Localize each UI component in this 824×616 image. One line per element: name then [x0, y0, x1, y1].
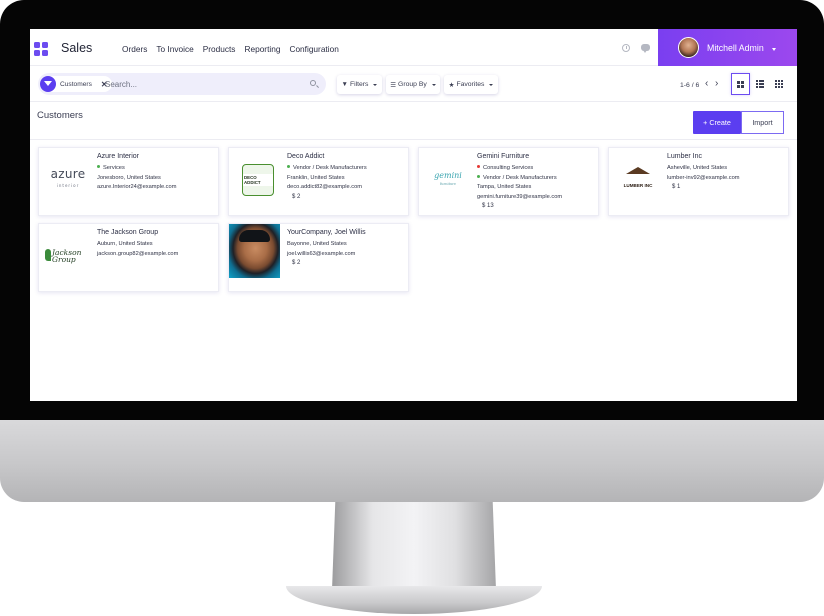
- list-icon: [755, 80, 764, 88]
- list-view-button[interactable]: [750, 73, 769, 95]
- kanban-icon: [737, 80, 744, 88]
- monitor-stand-base: [286, 586, 542, 614]
- customer-email: jackson.group82@example.com: [97, 250, 179, 257]
- search-bar: Customers ✕: [38, 73, 326, 95]
- chat-icon[interactable]: [641, 44, 650, 53]
- pager-value[interactable]: 1-6 / 6: [680, 82, 699, 89]
- search-facet[interactable]: Customers ✕: [40, 76, 112, 92]
- customer-name: Azure Interior: [97, 153, 140, 160]
- funnel-icon: ▼: [341, 81, 348, 88]
- contact-photo: [229, 224, 280, 278]
- monitor-stand: [332, 502, 496, 590]
- sale-order-count[interactable]: $ 2: [292, 260, 407, 266]
- customer-card[interactable]: LUMBER INC Lumber Inc Asheville, United …: [608, 147, 789, 216]
- customer-email: lumber-inv92@example.com: [667, 174, 740, 181]
- group-by-button[interactable]: ☰ Group By: [386, 75, 440, 94]
- pager-next-icon[interactable]: ›: [715, 79, 718, 89]
- customer-email: azure.Interior24@example.com: [97, 184, 177, 190]
- breadcrumb-row: Customers + Create Import: [30, 102, 797, 140]
- app-name[interactable]: Sales: [61, 41, 92, 55]
- grid-icon: [774, 80, 783, 88]
- sale-order-count[interactable]: $ 2: [292, 194, 407, 200]
- card-body: Deco Addict Vendor / Desk Manufacturers …: [287, 153, 407, 200]
- card-body: Azure Interior Services Jonesboro, Unite…: [97, 153, 217, 193]
- customer-name: Gemini Furniture: [477, 153, 530, 160]
- menu-item-configuration[interactable]: Configuration: [289, 44, 338, 54]
- customer-location: Jonesboro, United States: [97, 174, 161, 181]
- apps-menu-icon[interactable]: [34, 42, 48, 56]
- menu-item-reporting[interactable]: Reporting: [244, 44, 280, 54]
- main-navbar: Sales Orders To Invoice Products Reporti…: [30, 29, 797, 66]
- customer-location: Tampa, United States: [477, 184, 532, 190]
- caret-down-icon: [373, 83, 378, 86]
- customer-tag: Vendor / Desk Manufacturers: [477, 174, 597, 184]
- customer-tag: Services: [97, 164, 217, 174]
- filters-button[interactable]: ▼ Filters: [337, 75, 382, 94]
- customer-location: Asheville, United States: [667, 165, 728, 171]
- menu-item-to-invoice[interactable]: To Invoice: [156, 44, 193, 54]
- user-avatar: [678, 37, 699, 58]
- caret-down-icon: [489, 83, 494, 86]
- customer-location: Bayonne, United States: [287, 241, 347, 247]
- sale-order-count[interactable]: $ 13: [482, 203, 597, 209]
- caret-down-icon: [772, 48, 776, 51]
- company-logo: LUMBER INC: [615, 152, 661, 207]
- user-menu[interactable]: Mitchell Admin: [658, 29, 797, 66]
- pager-previous-icon[interactable]: ‹: [705, 79, 708, 89]
- group-icon: ☰: [390, 81, 397, 89]
- monitor-chin: [0, 420, 824, 502]
- create-button[interactable]: + Create: [693, 111, 741, 134]
- customer-card[interactable]: DECO ADDICT Deco Addict Vendor / Desk Ma…: [228, 147, 409, 216]
- caret-down-icon: [431, 83, 436, 86]
- favorites-button[interactable]: ★ Favorites: [444, 75, 498, 94]
- search-input[interactable]: [105, 78, 295, 90]
- card-body: Gemini Furniture Consulting Services Ven…: [477, 153, 597, 209]
- activity-clock-icon[interactable]: [622, 44, 630, 52]
- filter-icon: [40, 76, 56, 92]
- tag-color-dot: [477, 174, 480, 178]
- tag-color-dot: [287, 165, 290, 168]
- company-logo: azure interior: [50, 166, 86, 188]
- customer-name: YourCompany, Joel Willis: [287, 229, 366, 236]
- customer-card[interactable]: azure interior Azure Interior Services Jo…: [38, 147, 219, 216]
- customer-card[interactable]: YourCompany, Joel Willis Bayonne, United…: [228, 223, 409, 292]
- customer-tag: Consulting Services: [477, 164, 597, 174]
- customer-location: Franklin, United States: [287, 174, 345, 181]
- menu-item-orders[interactable]: Orders: [122, 44, 147, 54]
- customer-location: Auburn, United States: [97, 241, 153, 247]
- card-body: The Jackson Group Auburn, United States …: [97, 229, 217, 259]
- tag-color-dot: [477, 165, 480, 168]
- star-icon: ★: [448, 81, 455, 89]
- customer-name: The Jackson Group: [97, 229, 159, 236]
- tree-icon: [626, 167, 650, 174]
- customer-name: Lumber Inc: [667, 153, 703, 160]
- search-icon[interactable]: [310, 80, 316, 86]
- customer-email: gemini.furniture39@example.com: [477, 193, 563, 200]
- tag-color-dot: [97, 165, 100, 168]
- kanban-view-button[interactable]: [731, 73, 750, 95]
- import-button[interactable]: Import: [741, 111, 784, 134]
- menu-item-products[interactable]: Products: [203, 44, 236, 54]
- customer-email: deco.addict82@example.com: [287, 184, 363, 190]
- customer-email: joel.willis63@example.com: [287, 250, 356, 257]
- kanban-view: azure interior Azure Interior Services Jo…: [30, 140, 797, 401]
- facet-label: Customers: [60, 80, 92, 88]
- top-menu: Orders To Invoice Products Reporting Con…: [122, 44, 339, 54]
- screen: Sales Orders To Invoice Products Reporti…: [30, 29, 797, 401]
- user-name: Mitchell Admin: [707, 43, 764, 53]
- customer-card[interactable]: gemini furniture Gemini Furniture Consult…: [418, 147, 599, 216]
- customer-tag: Vendor / Desk Manufacturers: [287, 164, 407, 174]
- sale-order-count[interactable]: $ 1: [672, 184, 787, 190]
- card-body: YourCompany, Joel Willis Bayonne, United…: [287, 229, 407, 266]
- customer-card[interactable]: Jackson Group The Jackson Group Auburn, …: [38, 223, 219, 292]
- control-panel: Customers ✕ ▼ Filters ☰ Group By ★ Favor…: [30, 66, 797, 102]
- customer-name: Deco Addict: [287, 153, 325, 160]
- card-body: Lumber Inc Asheville, United States lumb…: [667, 153, 787, 190]
- grid-view-button[interactable]: [769, 73, 788, 95]
- page-title: Customers: [37, 110, 83, 121]
- company-logo: Jackson Group: [45, 228, 91, 283]
- company-logo: DECO ADDICT: [235, 152, 281, 207]
- company-logo: gemini furniture: [434, 170, 462, 186]
